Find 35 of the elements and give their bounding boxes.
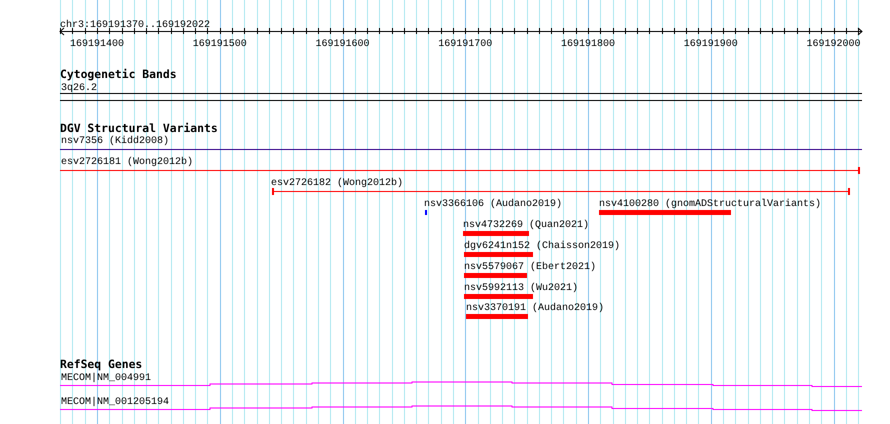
feature-label[interactable]: esv2726182 (Wong2012b) (271, 178, 404, 189)
gene-line[interactable] (60, 406, 862, 411)
variant-bar[interactable] (466, 314, 528, 319)
feature-label[interactable]: nsv5579067 (Ebert2021) (464, 262, 596, 273)
feature-label[interactable]: esv2726181 (Wong2012b) (61, 157, 194, 168)
region-label: chr3:169191370..169192022 (60, 20, 210, 31)
feature-label[interactable]: 3q26.2 (61, 83, 98, 94)
track-title: RefSeq Genes (60, 357, 142, 371)
gene-line[interactable] (60, 382, 862, 387)
tick-label: 169191700 (438, 39, 492, 50)
cytoband[interactable] (60, 93, 862, 101)
tick-label: 169191600 (316, 39, 370, 50)
tick-label: 169191500 (192, 39, 247, 50)
feature-label[interactable]: nsv4732269 (Quan2021) (463, 220, 590, 231)
variant-bar[interactable] (464, 252, 533, 257)
track-title: Cytogenetic Bands (60, 67, 177, 81)
feature-label[interactable]: dgv6241n152 (Chaisson2019) (464, 241, 620, 252)
track-title: DGV Structural Variants (60, 121, 218, 135)
variant-bar[interactable] (464, 294, 533, 299)
tick-label: 169191900 (684, 39, 738, 50)
variant-bar[interactable] (463, 231, 529, 236)
variant-line[interactable] (272, 188, 850, 195)
variant-line[interactable] (60, 167, 860, 174)
feature-label[interactable]: MECOM|NM_001205194 (61, 397, 170, 408)
feature-label[interactable]: nsv7356 (Kidd2008) (61, 136, 170, 147)
tick-label: 169191400 (70, 39, 124, 50)
variant-bar[interactable] (464, 273, 527, 278)
feature-label[interactable]: nsv3366106 (Audano2019) (424, 199, 562, 210)
feature-label[interactable]: nsv5992113 (Wu2021) (464, 283, 578, 294)
feature-label[interactable]: nsv4100280 (gnomADStructuralVariants) (599, 199, 822, 210)
variant-bar[interactable] (599, 210, 731, 215)
tick-label: 169192000 (806, 39, 860, 50)
feature-label[interactable]: MECOM|NM_004991 (61, 373, 152, 384)
feature-label[interactable]: nsv3370191 (Audano2019) (466, 303, 604, 314)
tick-label: 169191800 (561, 39, 615, 50)
